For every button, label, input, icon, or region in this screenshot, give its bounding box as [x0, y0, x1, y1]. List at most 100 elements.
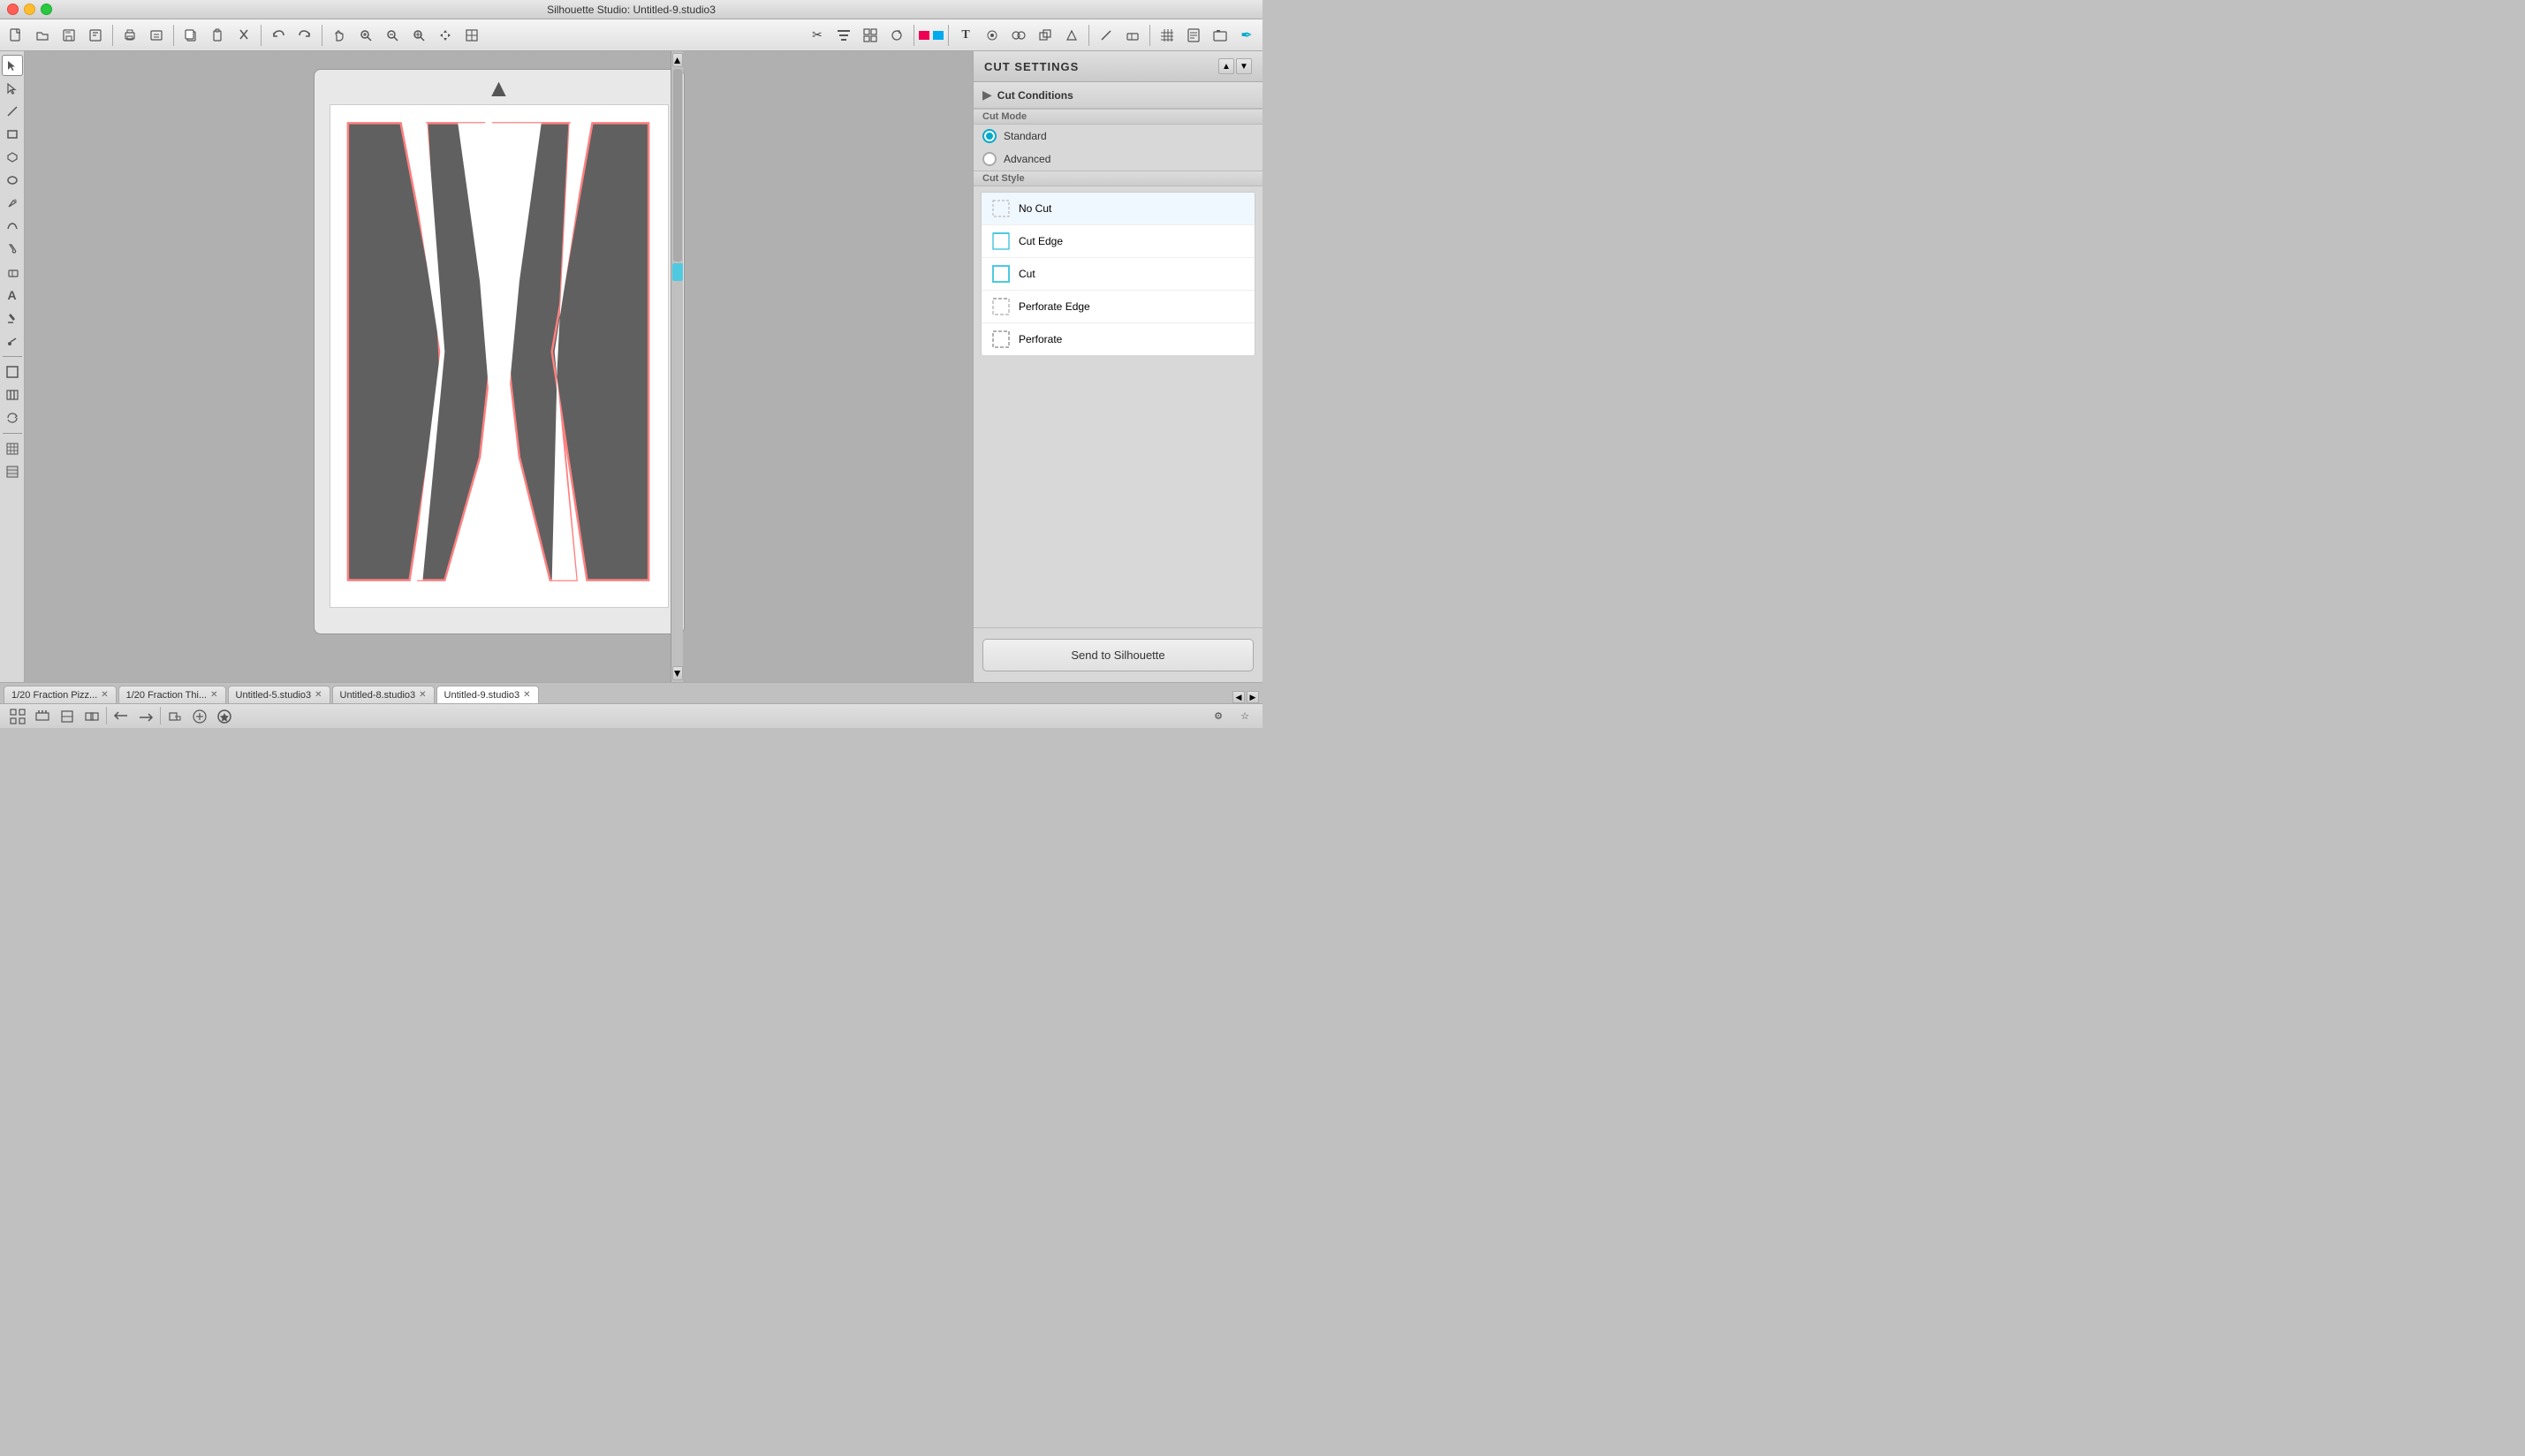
tab-3[interactable]: Untitled-8.studio3 ✕: [332, 686, 435, 703]
text-tool[interactable]: A: [2, 284, 23, 306]
perforate-edge-label: Perforate Edge: [1019, 300, 1090, 313]
cut-edge-option[interactable]: Cut Edge: [982, 225, 1255, 258]
fill-button[interactable]: [919, 23, 944, 48]
send-to-silhouette-button[interactable]: Send to Silhouette: [982, 639, 1254, 671]
design-canvas[interactable]: [330, 105, 668, 607]
eraser2-button[interactable]: [1120, 23, 1145, 48]
text-button[interactable]: T: [953, 23, 978, 48]
cut-conditions-icon: ▶: [982, 87, 992, 102]
tab-0[interactable]: 1/20 Fraction Pizz... ✕: [4, 686, 117, 703]
cut-button[interactable]: [231, 23, 256, 48]
cut-icon[interactable]: ✂: [805, 23, 830, 48]
tab-2-close[interactable]: ✕: [315, 690, 322, 700]
no-cut-option[interactable]: No Cut: [982, 193, 1255, 225]
grid-tool-1[interactable]: [2, 438, 23, 459]
perforate-option[interactable]: Perforate: [982, 323, 1255, 355]
status-btn-6[interactable]: [135, 707, 156, 726]
status-btn-1[interactable]: [7, 707, 28, 726]
tab-scroll-left[interactable]: ◀: [1232, 691, 1245, 703]
tab-0-close[interactable]: ✕: [101, 690, 108, 700]
print2-button[interactable]: [144, 23, 169, 48]
status-btn-2[interactable]: [32, 707, 53, 726]
settings-icon[interactable]: ⚙: [1208, 707, 1229, 726]
panel-up-button[interactable]: ▲: [1218, 58, 1234, 74]
zoom-fit-button[interactable]: [406, 23, 431, 48]
cutting-mat: ▲: [314, 69, 685, 634]
redo-button[interactable]: [292, 23, 317, 48]
library-tool[interactable]: [2, 384, 23, 406]
panel-down-button[interactable]: ▼: [1236, 58, 1252, 74]
paint-tool[interactable]: [2, 239, 23, 260]
select-tool[interactable]: [2, 55, 23, 76]
cut-label: Cut: [1019, 268, 1035, 280]
polygon-tool[interactable]: [2, 147, 23, 168]
status-btn-3[interactable]: [57, 707, 78, 726]
object-button[interactable]: [858, 23, 883, 48]
eyedropper-tool[interactable]: [2, 330, 23, 352]
undo-button[interactable]: [266, 23, 291, 48]
cut-option[interactable]: Cut: [982, 258, 1255, 291]
pen-tool[interactable]: [2, 193, 23, 214]
info-icon[interactable]: ☆: [1234, 707, 1255, 726]
traffic-lights: [7, 4, 52, 15]
zoom-in-button[interactable]: [353, 23, 378, 48]
scroll-up[interactable]: ▲: [672, 53, 683, 67]
bezier-tool[interactable]: [2, 216, 23, 237]
tab-4[interactable]: Untitled-9.studio3 ✕: [436, 686, 539, 703]
status-btn-5[interactable]: [110, 707, 132, 726]
rect-tool[interactable]: [2, 124, 23, 145]
open-button[interactable]: [30, 23, 55, 48]
grid-button[interactable]: [1155, 23, 1179, 48]
maximize-button[interactable]: [41, 4, 52, 15]
replicate-button[interactable]: [1033, 23, 1058, 48]
cut-conditions-header[interactable]: ▶ Cut Conditions: [974, 82, 1262, 109]
knife-button[interactable]: [1094, 23, 1118, 48]
zoom-out-button[interactable]: [380, 23, 405, 48]
tab-1[interactable]: 1/20 Fraction Thi... ✕: [118, 686, 226, 703]
paste-button[interactable]: [205, 23, 230, 48]
standard-radio[interactable]: [982, 129, 997, 143]
canvas-scrollbar-v[interactable]: ▲ ▼: [671, 51, 683, 682]
status-btn-8[interactable]: [189, 707, 210, 726]
node-edit-tool[interactable]: [2, 78, 23, 99]
status-btn-7[interactable]: [164, 707, 186, 726]
status-btn-4[interactable]: [81, 707, 102, 726]
close-button[interactable]: [7, 4, 19, 15]
page-button[interactable]: [1181, 23, 1206, 48]
trace-button[interactable]: [980, 23, 1005, 48]
minimize-button[interactable]: [24, 4, 35, 15]
media-tool[interactable]: [2, 361, 23, 383]
new-button[interactable]: [4, 23, 28, 48]
standard-radio-row[interactable]: Standard: [974, 125, 1262, 148]
fill-tool[interactable]: [2, 307, 23, 329]
save-button[interactable]: [57, 23, 81, 48]
tab-1-close[interactable]: ✕: [210, 690, 217, 700]
hand-tool[interactable]: [327, 23, 352, 48]
rotate-button[interactable]: [884, 23, 909, 48]
tab-3-close[interactable]: ✕: [419, 690, 426, 700]
zoom-extent-button[interactable]: [459, 23, 484, 48]
media2-button[interactable]: [1208, 23, 1232, 48]
refresh-tool[interactable]: [2, 407, 23, 428]
advanced-radio-row[interactable]: Advanced: [974, 148, 1262, 171]
line-tool[interactable]: [2, 101, 23, 122]
tab-4-close[interactable]: ✕: [523, 690, 530, 700]
erase-tool[interactable]: [2, 262, 23, 283]
weld-button[interactable]: [1006, 23, 1031, 48]
print-button[interactable]: [118, 23, 142, 48]
tab-scroll-right[interactable]: ▶: [1247, 691, 1259, 703]
ellipse-tool[interactable]: [2, 170, 23, 191]
morph-button[interactable]: [1059, 23, 1084, 48]
align-button[interactable]: [831, 23, 856, 48]
scroll-thumb[interactable]: [672, 263, 683, 281]
pen2-button[interactable]: ✒: [1234, 23, 1259, 48]
grid-tool-2[interactable]: [2, 461, 23, 482]
advanced-radio[interactable]: [982, 152, 997, 166]
perforate-edge-option[interactable]: Perforate Edge: [982, 291, 1255, 323]
export-button[interactable]: [83, 23, 108, 48]
tab-2[interactable]: Untitled-5.studio3 ✕: [228, 686, 330, 703]
scroll-down[interactable]: ▼: [672, 666, 683, 680]
status-btn-9[interactable]: [214, 707, 235, 726]
move-button[interactable]: [433, 23, 458, 48]
copy-button[interactable]: [178, 23, 203, 48]
